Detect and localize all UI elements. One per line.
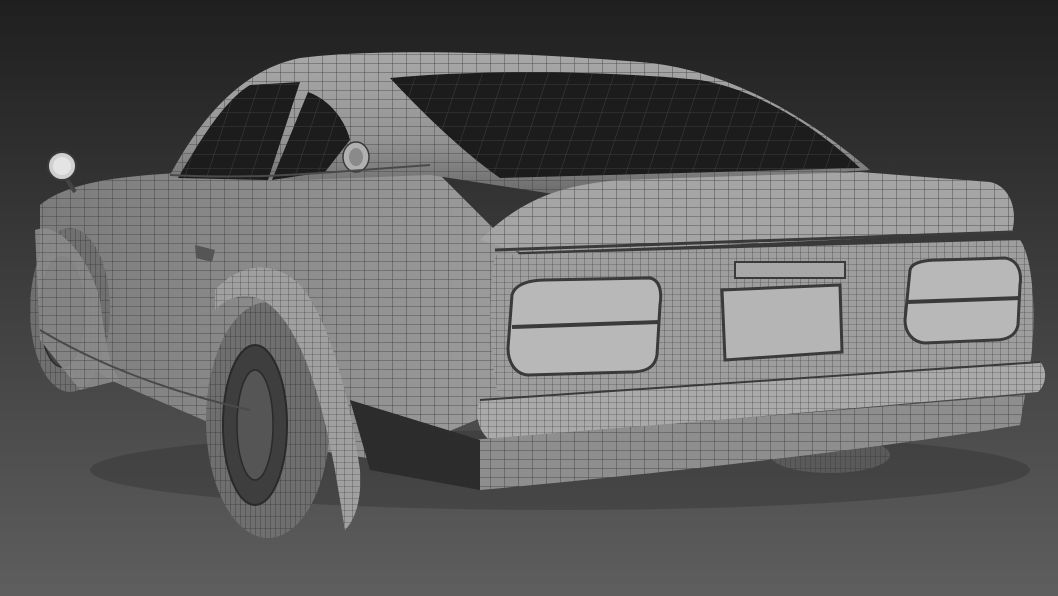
car-wireframe-render	[0, 0, 1058, 596]
tail-light-right	[903, 256, 1022, 345]
license-plate	[720, 261, 846, 362]
tail-light-left	[506, 276, 663, 377]
3d-viewport[interactable]	[0, 0, 1058, 596]
fuel-cap	[342, 141, 370, 173]
